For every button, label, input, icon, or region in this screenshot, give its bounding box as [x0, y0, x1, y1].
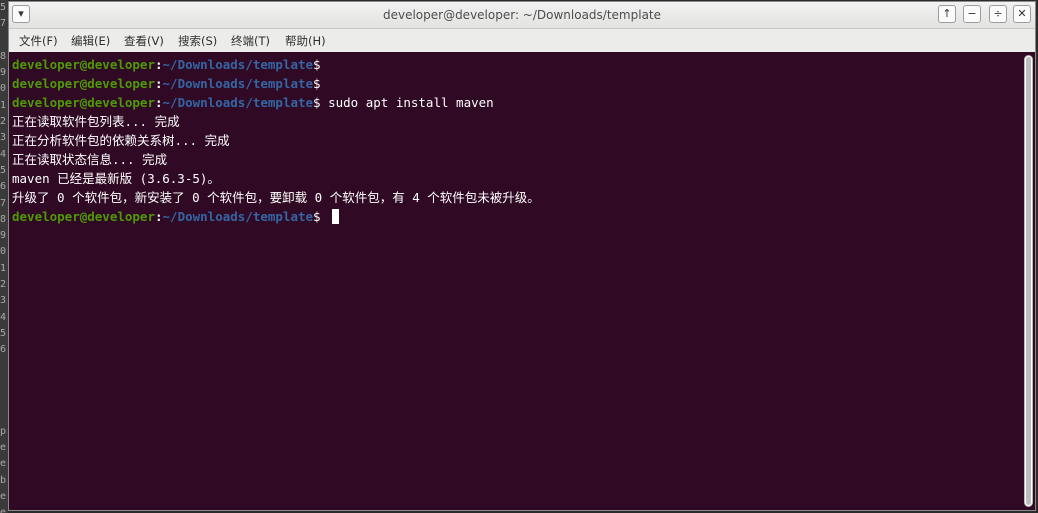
output-line: 正在读取软件包列表... 完成: [12, 114, 180, 129]
menu-edit[interactable]: 编辑(E): [71, 29, 110, 52]
prompt-line: developer@developer:~/Downloads/template…: [12, 74, 321, 93]
prompt-line: developer@developer:~/Downloads/template…: [12, 93, 494, 112]
gutter-line-number: 7: [0, 197, 7, 209]
gutter-line-number: 8: [0, 50, 7, 62]
gutter-line-number: 5: [0, 2, 7, 13]
gutter-line-number: e: [0, 442, 7, 454]
output-line: 升级了 0 个软件包，新安装了 0 个软件包，要卸载 0 个软件包，有 4 个软…: [12, 190, 540, 205]
prompt-user: developer@developer: [12, 57, 155, 72]
prompt-symbol: $: [313, 76, 321, 91]
gutter-line-number: 0: [0, 246, 7, 258]
text-cursor: [332, 209, 340, 224]
background-editor-gutter: 578901234567890123456peebee: [0, 0, 8, 513]
menu-terminal[interactable]: 终端(T): [231, 29, 270, 52]
scrollbar[interactable]: [1024, 55, 1033, 507]
gutter-line-number: [0, 33, 8, 49]
prompt-path: ~/Downloads/template: [162, 95, 314, 110]
gutter-line-number: 4: [0, 311, 7, 323]
gutter-line-number: [0, 359, 8, 375]
gutter-line-number: e: [0, 490, 7, 502]
title-bar: ▾ developer@developer: ~/Downloads/templ…: [9, 2, 1035, 29]
minimize-button[interactable]: −: [963, 5, 981, 23]
prompt-path: ~/Downloads/template: [162, 57, 314, 72]
arrow-up-icon: ↑: [942, 7, 952, 20]
gutter-line-number: 7: [0, 18, 7, 30]
gutter-line-number: e: [0, 507, 7, 513]
maximize-button[interactable]: ↑: [938, 5, 956, 23]
close-icon: ✕: [1017, 7, 1027, 20]
minus-icon: −: [967, 7, 977, 20]
prompt-symbol: $: [313, 57, 321, 72]
gutter-line-number: 1: [0, 99, 7, 111]
gutter-line-number: 1: [0, 262, 7, 274]
gutter-line-number: 2: [0, 116, 7, 128]
prompt-symbol: $: [313, 209, 321, 224]
command-text: sudo apt install maven: [320, 95, 494, 110]
terminal-window: ▾ developer@developer: ~/Downloads/templ…: [8, 1, 1036, 511]
prompt-user: developer@developer: [12, 209, 155, 224]
gutter-line-number: 6: [0, 344, 7, 356]
gutter-line-number: 2: [0, 279, 7, 291]
gutter-line-number: e: [0, 458, 7, 470]
command-text: [321, 209, 329, 224]
prompt-colon: :: [155, 209, 163, 224]
gutter-line-number: 8: [0, 213, 7, 225]
prompt-colon: :: [155, 95, 163, 110]
output-line: 正在分析软件包的依赖关系树... 完成: [12, 133, 230, 148]
gutter-line-number: [0, 407, 8, 423]
gutter-line-number: 5: [0, 164, 7, 176]
gutter-line-number: 3: [0, 295, 7, 307]
gutter-line-number: 9: [0, 67, 7, 79]
scrollbar-thumb[interactable]: [1026, 57, 1031, 505]
gutter-line-number: [0, 391, 8, 407]
prompt-line: developer@developer:~/Downloads/template…: [12, 207, 340, 226]
gutter-line-number: p: [0, 425, 7, 437]
output-line: 正在读取状态信息... 完成: [12, 152, 168, 167]
gutter-line-number: [0, 375, 8, 391]
prompt-user: developer@developer: [12, 95, 155, 110]
resize-button[interactable]: ÷: [989, 5, 1007, 23]
prompt-path: ~/Downloads/template: [162, 209, 314, 224]
prompt-colon: :: [155, 76, 163, 91]
window-title: developer@developer: ~/Downloads/templat…: [382, 8, 662, 22]
menu-view[interactable]: 查看(V): [124, 29, 164, 52]
prompt-line: developer@developer:~/Downloads/template…: [12, 55, 321, 74]
gutter-line-number: b: [0, 474, 7, 486]
prompt-user: developer@developer: [12, 76, 155, 91]
gutter-line-number: 9: [0, 230, 7, 242]
close-button[interactable]: ✕: [1013, 5, 1031, 23]
menu-search[interactable]: 搜索(S): [178, 29, 217, 52]
plus-icon: ÷: [993, 7, 1003, 20]
gutter-line-number: 4: [0, 148, 7, 160]
prompt-path: ~/Downloads/template: [162, 76, 314, 91]
gutter-line-number: 0: [0, 83, 7, 95]
menu-help[interactable]: 帮助(H): [285, 29, 326, 52]
menu-bar: 文件(F) 编辑(E) 查看(V) 搜索(S) 终端(T) 帮助(H): [9, 29, 1035, 52]
prompt-symbol: $: [313, 95, 321, 110]
gutter-line-number: 3: [0, 132, 7, 144]
gutter-line-number: 6: [0, 181, 7, 193]
gutter-line-number: 5: [0, 327, 7, 339]
terminal-output[interactable]: developer@developer:~/Downloads/template…: [9, 52, 1035, 510]
menu-file[interactable]: 文件(F): [19, 29, 58, 52]
output-line: maven 已经是最新版 (3.6.3-5)。: [12, 171, 220, 186]
prompt-colon: :: [155, 57, 163, 72]
